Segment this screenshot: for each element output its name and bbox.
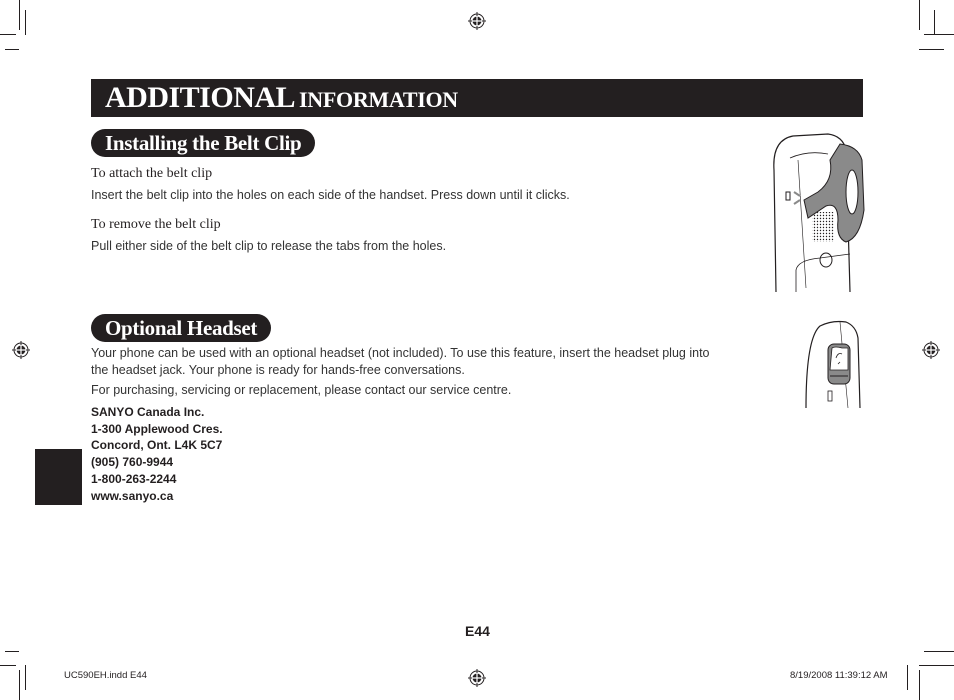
crop-mark [919, 49, 944, 50]
registration-mark-icon [468, 669, 486, 687]
crop-mark [19, 670, 20, 700]
headset-text-line1: Your phone can be used with an optional … [91, 346, 710, 360]
headset-jack-illustration [805, 320, 861, 409]
page-title-main: ADDITIONAL [105, 81, 296, 114]
crop-mark [919, 0, 920, 30]
section-title-headset: Optional Headset [91, 314, 272, 342]
crop-mark [924, 34, 954, 35]
attach-text: Insert the belt clip into the holes on e… [91, 188, 570, 202]
belt-clip-illustration [773, 133, 865, 292]
headset-text-line2: the headset jack. Your phone is ready fo… [91, 363, 465, 377]
section-thumb-tab [35, 449, 82, 505]
company-name: SANYO Canada Inc. [91, 405, 205, 419]
page-title-sub: INFORMATION [299, 87, 458, 112]
footer-timestamp: 8/19/2008 11:39:12 AM [790, 670, 888, 681]
page-header-bar: ADDITIONAL INFORMATION [91, 79, 863, 117]
remove-heading: To remove the belt clip [91, 217, 221, 232]
service-text: For purchasing, servicing or replacement… [91, 383, 512, 397]
phone-local: (905) 760-9944 [91, 455, 174, 470]
footer-filename: UC590EH.indd E44 [64, 670, 147, 681]
page-number: E44 [465, 623, 490, 639]
crop-mark [919, 665, 954, 666]
attach-heading: To attach the belt clip [91, 166, 213, 181]
section-title-belt-clip: Installing the Belt Clip [91, 129, 316, 157]
crop-mark [5, 651, 19, 652]
contact-address: SANYO Canada Inc. 1-300 Applewood Cres. … [91, 404, 223, 504]
crop-mark [934, 10, 935, 35]
city-postal: Concord, Ont. L4K 5C7 [91, 438, 223, 453]
crop-mark [5, 49, 19, 50]
registration-mark-icon [12, 341, 30, 359]
registration-mark-icon [468, 12, 486, 30]
street-address: 1-300 Applewood Cres. [91, 421, 223, 436]
crop-mark [919, 670, 920, 700]
remove-text: Pull either side of the belt clip to rel… [91, 239, 447, 253]
crop-mark [25, 10, 26, 35]
phone-tollfree: 1-800-263-2244 [91, 471, 177, 486]
page-title: ADDITIONAL INFORMATION [105, 81, 458, 115]
crop-mark [0, 34, 16, 35]
crop-mark [924, 651, 954, 652]
crop-mark [0, 665, 16, 666]
registration-mark-icon [922, 341, 940, 359]
crop-mark [19, 0, 20, 30]
website: www.sanyo.ca [91, 488, 174, 503]
crop-mark [907, 665, 908, 690]
crop-mark [25, 665, 26, 690]
